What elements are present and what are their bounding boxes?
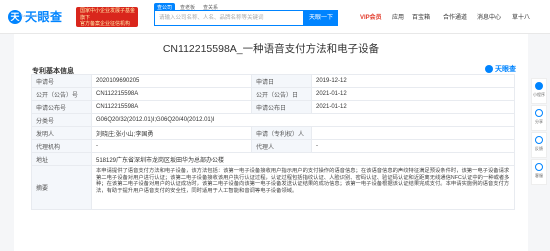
label-inventor: 发明人 [31,126,92,140]
mini-program-label: 小程序 [533,92,545,97]
label-agency: 代理机构 [31,139,92,153]
label-abstract: 摘要 [31,165,92,210]
share-label: 分享 [535,119,543,124]
nav-cooperation[interactable]: 合作通道 [443,12,467,21]
label-pub-date: 公开（公告）日 [251,87,312,101]
brand-badge: 天眼查 [485,64,516,74]
value-app-no: 2020109690205 [91,74,252,88]
label-app-pub-date: 申请公布日 [251,100,312,114]
page-title: CN112215598A_一种语音支付方法和电子设备 [162,43,380,55]
table-row: 分类号 G06Q20/32(2012.01)I;G06Q20/40(2012.0… [31,113,515,127]
label-app-no: 申请号 [31,74,92,88]
label-agent: 代理人 [251,139,312,153]
feedback-button[interactable]: 反馈 [531,132,547,158]
brand-badge-text: 天眼查 [495,66,516,73]
value-abstract: 本申请提供了语音支付方法和电子设备，该方法包括：该第一电子设备接收用户指示用户的… [91,165,515,210]
label-address: 地址 [31,152,92,166]
brand-eye-icon [485,65,493,73]
customer-service-label: 客服 [535,173,543,178]
feedback-label: 反馈 [535,146,543,151]
table-row: 地址 518129广东省深圳市龙岗区坂田华为总部办公楼 [31,152,515,166]
promo-line-1: 国家中小企业发展子基金旗下 [80,8,136,21]
top-header: 天 天眼查 TianYanCha.com 国家中小企业发展子基金旗下 官方备案企… [0,0,550,34]
share-icon [535,109,543,117]
value-inventor[interactable]: 刘晓庄;张小山;李国勇 [91,126,252,140]
table-row: 发明人 刘晓庄;张小山;李国勇 申请（专利权）人 [31,126,515,140]
table-row: 摘要 本申请提供了语音支付方法和电子设备，该方法包括：该第一电子设备接收用户指示… [31,165,515,210]
label-applicant: 申请（专利权）人 [251,126,312,140]
value-agent: - [311,139,515,153]
value-applicant[interactable] [311,126,515,140]
value-pub-no: CN112215598A [91,87,252,101]
value-app-pub-date: 2021-01-12 [311,100,515,114]
label-app-pub-no: 申请公布号 [31,100,92,114]
label-pub-no: 公开（公告）号 [31,87,92,101]
nav-toolbox[interactable]: 百宝箱 [412,12,430,21]
search-button[interactable]: 天眼一下 [304,10,338,26]
customer-service-button[interactable]: 客服 [531,159,547,185]
value-address: 518129广东省深圳市龙岗区坂田华为总部办公楼 [91,152,515,166]
customer-service-icon [535,163,543,171]
share-button[interactable]: 分享 [531,105,547,131]
mini-program-button[interactable]: 小程序 [531,78,547,104]
logo-subtitle: TianYanCha.com [20,13,51,18]
patent-info-table: 申请号 2020109690205 申请日 2019-12-12 公开（公告）号… [31,74,515,210]
promo-line-2: 官方备案企业征信机构 [80,21,131,27]
feedback-icon [535,136,543,144]
table-row: 申请号 2020109690205 申请日 2019-12-12 [31,74,515,88]
table-row: 申请公布号 CN112215598A 申请公布日 2021-01-12 [31,100,515,114]
nav-messages[interactable]: 消息中心 [477,12,501,21]
patent-card: CN112215598A_一种语音支付方法和电子设备 专利基本信息 天眼查 申请… [14,34,528,251]
mini-program-icon [535,82,543,90]
nav-vip[interactable]: VIP会员 [360,12,382,21]
value-app-date: 2019-12-12 [311,74,515,88]
promo-badge: 国家中小企业发展子基金旗下 官方备案企业征信机构 [76,7,138,27]
nav-user[interactable]: 草十八 [512,12,530,21]
search-input[interactable]: 请输入公司名称、人名、品牌名称等关键词 [154,10,304,26]
table-row: 代理机构 - 代理人 - [31,139,515,153]
label-class-no: 分类号 [31,113,92,127]
label-app-date: 申请日 [251,74,312,88]
floating-toolbar: 小程序 分享 反馈 客服 [531,78,547,186]
value-class-no: G06Q20/32(2012.01)I;G06Q20/40(2012.01)I [91,113,515,127]
value-agency: - [91,139,252,153]
value-app-pub-no: CN112215598A [91,100,252,114]
nav-app[interactable]: 应用 [392,12,404,21]
value-pub-date: 2021-01-12 [311,87,515,101]
table-row: 公开（公告）号 CN112215598A 公开（公告）日 2021-01-12 [31,87,515,101]
